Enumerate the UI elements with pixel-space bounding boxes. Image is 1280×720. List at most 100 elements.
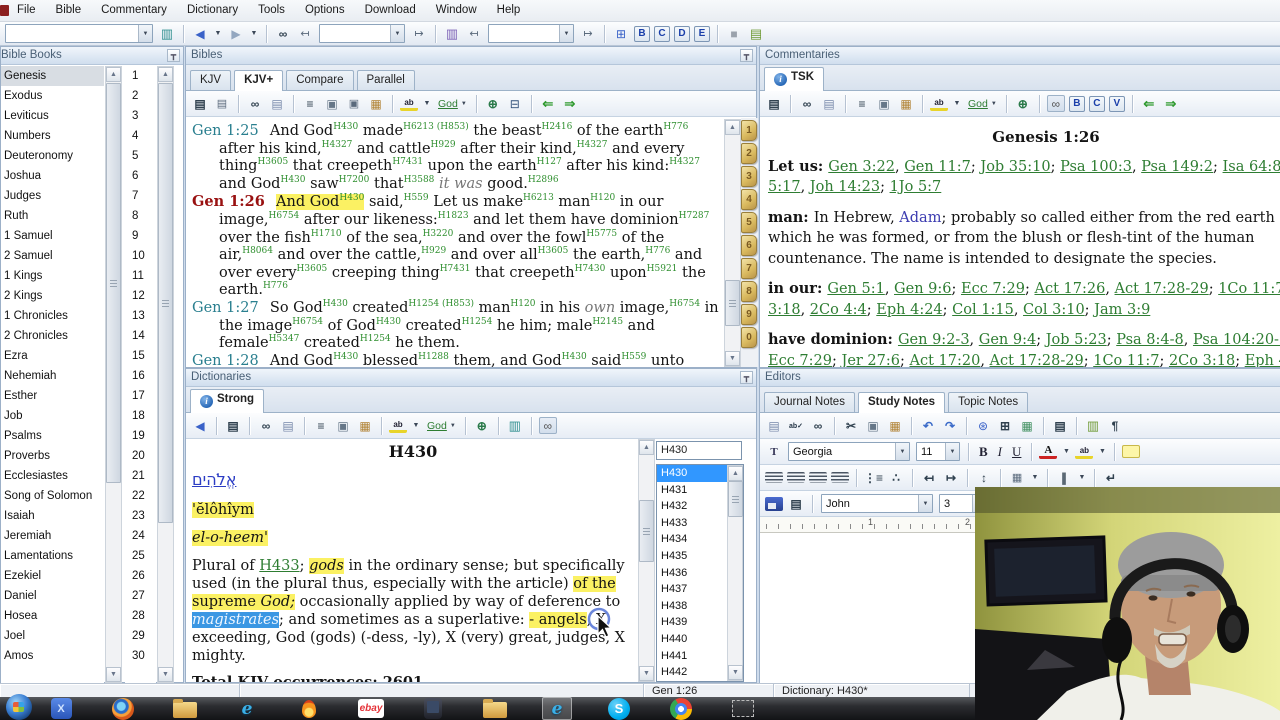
menu-window[interactable]: Window [426,1,487,20]
scroll-down-arrow[interactable]: ▼ [639,666,654,681]
link-bible-button[interactable]: B [1068,95,1085,112]
strongs-number-link[interactable]: H929 [431,140,456,150]
book-item[interactable]: Ruth [1,206,104,226]
book-item[interactable]: Deuteronomy [1,146,104,166]
chapter-item[interactable]: 8 [125,206,156,226]
scripture-link[interactable]: Eph 4:24 [1245,353,1280,368]
save-icon[interactable] [765,496,783,511]
spell-check-icon[interactable]: ab✓ [787,417,805,434]
scroll-thumb[interactable] [728,481,743,517]
dict-prev-icon[interactable]: ↤ [465,25,483,42]
chapter-item[interactable]: 3 [125,106,156,126]
numbered-list-icon[interactable]: ⋮≡ [864,469,883,486]
layout-commentaries-button[interactable]: C [654,25,670,42]
back-icon[interactable]: ◀ [191,417,209,434]
internet-explorer-active-icon[interactable]: e [542,697,572,720]
dictionary-combo[interactable]: ▼ [488,24,574,43]
book-list-scrollbar[interactable]: ▲ ▼ [105,66,122,683]
chapter-item[interactable]: 28 [125,606,156,626]
align-right-icon[interactable] [809,472,827,483]
scripture-link[interactable]: Gen 9:4 [979,332,1036,348]
strongs-number-link[interactable]: H3220 [423,229,454,239]
verse-list-icon[interactable]: ≡ [301,95,319,112]
verse[interactable]: Gen 1:27 So GodH430 createdH1254 (H853) … [192,300,720,353]
chapter-item[interactable]: 9 [125,226,156,246]
strongs-number-link[interactable]: H120 [590,194,615,204]
chapter-item[interactable]: 14 [125,326,156,346]
strongs-number-link[interactable]: H430 [376,317,401,327]
hebrew-word[interactable]: אֱלֹהִים [192,471,634,489]
book-item[interactable]: Ezra [1,346,104,366]
chapter-item[interactable]: 13 [125,306,156,326]
chapter-item[interactable]: 5 [125,146,156,166]
verse-bookmark-2[interactable]: 2 [741,143,757,164]
strongs-search-input[interactable]: H430 [656,441,742,460]
verse-bookmark-3[interactable]: 3 [741,166,757,187]
dropdown-arrow-icon[interactable]: ▼ [945,443,959,460]
strongs-number-link[interactable]: H6754 [269,211,300,221]
back-icon[interactable]: ◀ [191,25,209,42]
highlight-color-icon[interactable]: ab [1075,445,1094,459]
snipping-tool-icon[interactable] [728,697,758,720]
book-item[interactable]: Exodus [1,86,104,106]
redo-icon[interactable]: ↷ [941,417,959,434]
book-item[interactable]: Numbers [1,126,104,146]
scripture-link[interactable]: 2Co 3:18 [1169,353,1235,368]
verse-list-icon[interactable]: ≡ [853,95,871,112]
book-item[interactable]: Judges [1,186,104,206]
dictionary-lookup-icon[interactable]: ▥ [443,25,461,42]
scripture-link[interactable]: Jam 3:9 [1094,302,1150,318]
book-item[interactable]: 2 Samuel [1,246,104,266]
strongs-number-link[interactable]: H1288 [418,352,449,362]
book-item[interactable]: Psalms [1,426,104,446]
phone-app-icon[interactable] [418,697,448,720]
chapter-item[interactable]: 12 [125,286,156,306]
align-center-icon[interactable] [787,472,805,483]
link-verse-button[interactable]: V [1108,95,1125,112]
paste-icon[interactable]: ▦ [356,417,374,434]
scripture-link[interactable]: Job 5:23 [1046,332,1107,348]
chapter-item[interactable]: 22 [125,486,156,506]
columns-dropdown-icon[interactable]: ▼ [1077,469,1087,486]
strongs-number-link[interactable]: H4327 [322,140,353,150]
book-item[interactable]: 1 Samuel [1,226,104,246]
scroll-thumb[interactable] [639,500,654,562]
highlight-pen-icon[interactable]: ab [930,97,948,111]
highlight-words-dropdown[interactable]: God ▼ [438,98,467,110]
scroll-up-arrow[interactable]: ▲ [158,67,173,82]
strongs-number-link[interactable]: H430 [333,122,358,132]
search-combo[interactable]: ▼ [319,24,405,43]
tab-kjv[interactable]: KJV [190,70,232,90]
forward-icon[interactable]: ▶ [227,25,245,42]
border-dropdown-icon[interactable]: ▼ [1030,469,1040,486]
zoom-icon[interactable]: ⊕ [1014,95,1032,112]
sticky-note-icon[interactable]: ▢ [1122,445,1141,458]
verse-bookmark-7[interactable]: 7 [741,258,757,279]
dropdown-arrow-icon[interactable]: ▼ [559,25,573,42]
chapter-list-scrollbar[interactable]: ▲ ▼ [157,66,174,683]
open-bible-icon[interactable]: ▥ [158,25,176,42]
dropdown-arrow-icon[interactable]: ▼ [138,25,152,42]
menu-bible[interactable]: Bible [46,1,92,20]
export-icon[interactable]: ▤ [765,95,783,112]
chapter-item[interactable]: 16 [125,366,156,386]
scroll-thumb[interactable] [158,83,173,523]
strongs-list-scrollbar[interactable]: ▲ ▼ [727,465,743,681]
strongs-number-link[interactable]: H120 [510,299,535,309]
align-left-icon[interactable] [765,472,783,483]
book-item[interactable]: Hosea [1,606,104,626]
book-item[interactable]: Daniel [1,586,104,606]
menu-tools[interactable]: Tools [248,1,295,20]
scripture-link[interactable]: Psa 100:3 [1060,159,1132,175]
verse-bookmark-8[interactable]: 8 [741,281,757,302]
chapter-item[interactable]: 29 [125,626,156,646]
book-item[interactable]: Amos [1,646,104,666]
tab-compare[interactable]: Compare [286,70,354,90]
scripture-link[interactable]: Gen 5:1 [827,281,884,297]
book-item[interactable]: Joshua [1,166,104,186]
dict-next-icon[interactable]: ↦ [579,25,597,42]
book-item[interactable]: Ecclesiastes [1,466,104,486]
chapter-item[interactable]: 10 [125,246,156,266]
strongs-number-link[interactable]: H4327 [669,157,700,167]
layout-dictionaries-button[interactable]: D [674,25,690,42]
